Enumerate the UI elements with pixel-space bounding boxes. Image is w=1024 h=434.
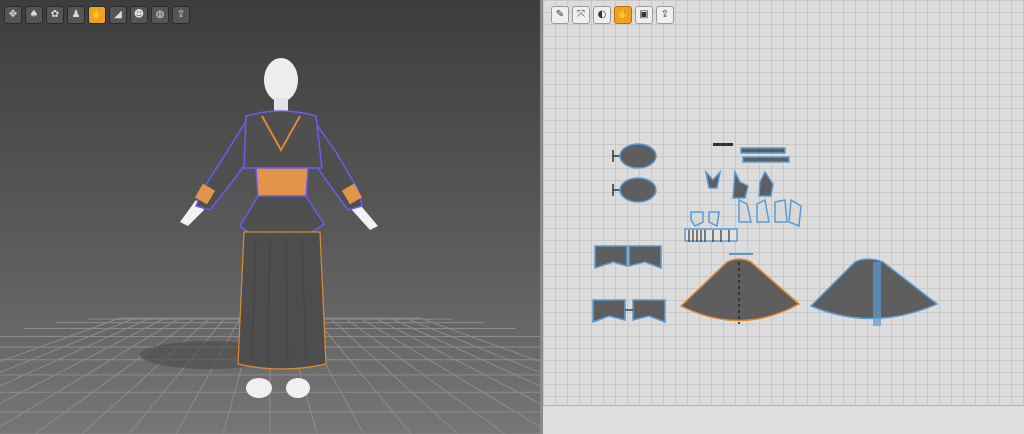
arrange-button[interactable]: ✿ (46, 6, 64, 24)
3d-toolbar: ✥ ♠ ✿ ♟ ✋ ◢ ☻ ◍ ⇪ (4, 6, 190, 24)
pattern-piece-bodice-front-left[interactable] (732, 169, 749, 199)
transform-button[interactable]: ✥ (4, 6, 22, 24)
pattern-piece-band-1[interactable] (740, 147, 786, 154)
pattern-piece-sleeve-cap-1[interactable] (612, 143, 657, 169)
pattern-piece-peplum-3[interactable] (592, 299, 626, 324)
3d-scene[interactable] (0, 0, 540, 434)
pattern-piece-corset-2[interactable] (708, 211, 720, 228)
pattern-canvas[interactable] (543, 0, 1024, 434)
garment-button[interactable]: ♠ (25, 6, 43, 24)
2d-toolbar: ✎ ⤧ ◐ ✋ ▣ ⇪ (551, 6, 674, 24)
skirt[interactable] (237, 231, 327, 370)
pattern-select-button[interactable]: ✋ (88, 6, 106, 24)
avatar-icon: ♟ (71, 9, 81, 20)
select-mesh-button[interactable]: ✋ (614, 6, 632, 24)
3d-viewport[interactable]: ✥ ♠ ✿ ♟ ✋ ◢ ☻ ◍ ⇪ (0, 0, 540, 434)
pattern-piece-peplum-4[interactable] (632, 299, 666, 324)
lock-button[interactable]: ▣ (635, 6, 653, 24)
pin-button[interactable]: ◢ (109, 6, 127, 24)
pattern-piece-back-3[interactable] (774, 199, 788, 223)
pattern-piece-peplum-2[interactable] (628, 245, 662, 270)
edit-pattern-button[interactable]: ✎ (551, 6, 569, 24)
export-2d-button[interactable]: ⇪ (656, 6, 674, 24)
pattern-piece-back-1[interactable] (738, 198, 752, 223)
skirt-back-center-panel (873, 262, 881, 326)
segment-icon: ◐ (597, 9, 607, 20)
pattern-piece-corset-1[interactable] (690, 211, 704, 227)
segment-button[interactable]: ◐ (593, 6, 611, 24)
texture-button[interactable]: ◍ (151, 6, 169, 24)
avatar-pose-icon: ☻ (133, 9, 145, 20)
garment-icon: ♠ (29, 9, 39, 20)
2d-bottom-strip (543, 405, 1024, 434)
avatar-head (264, 58, 298, 102)
pattern-select-icon: ✋ (90, 9, 104, 20)
pattern-piece-back-2[interactable] (756, 198, 770, 223)
corset[interactable] (255, 167, 309, 199)
pattern-piece-bodice-front-right[interactable] (758, 170, 774, 197)
bodice[interactable] (243, 110, 323, 169)
transform-pattern-button[interactable]: ⤧ (572, 6, 590, 24)
pin-icon: ◢ (114, 9, 122, 20)
pattern-piece-peplum-1[interactable] (594, 245, 628, 270)
export-2d-icon: ⇪ (660, 9, 670, 20)
texture-icon: ◍ (155, 9, 165, 20)
pattern-piece-collar[interactable] (704, 169, 722, 189)
transform-icon: ✥ (8, 9, 18, 20)
avatar-button[interactable]: ♟ (67, 6, 85, 24)
pattern-piece-back-4[interactable] (788, 198, 802, 228)
arrange-icon: ✿ (50, 9, 60, 20)
2d-pattern-window[interactable]: ✎ ⤧ ◐ ✋ ▣ ⇪ (543, 0, 1024, 434)
pattern-piece-strip[interactable] (713, 143, 733, 146)
lock-icon: ▣ (639, 9, 649, 20)
right-shoe (286, 378, 310, 398)
pattern-piece-sleeve-cap-2[interactable] (612, 177, 657, 203)
transform-pattern-icon: ⤧ (577, 9, 585, 20)
pattern-piece-skirt-front[interactable] (679, 258, 801, 322)
export-button[interactable]: ⇪ (172, 6, 190, 24)
avatar-pose-button[interactable]: ☻ (130, 6, 148, 24)
export-icon: ⇪ (176, 9, 186, 20)
left-shoe (246, 378, 272, 398)
pattern-piece-band-2[interactable] (742, 156, 790, 163)
select-mesh-icon: ✋ (616, 9, 630, 20)
edit-pattern-icon: ✎ (555, 9, 565, 20)
